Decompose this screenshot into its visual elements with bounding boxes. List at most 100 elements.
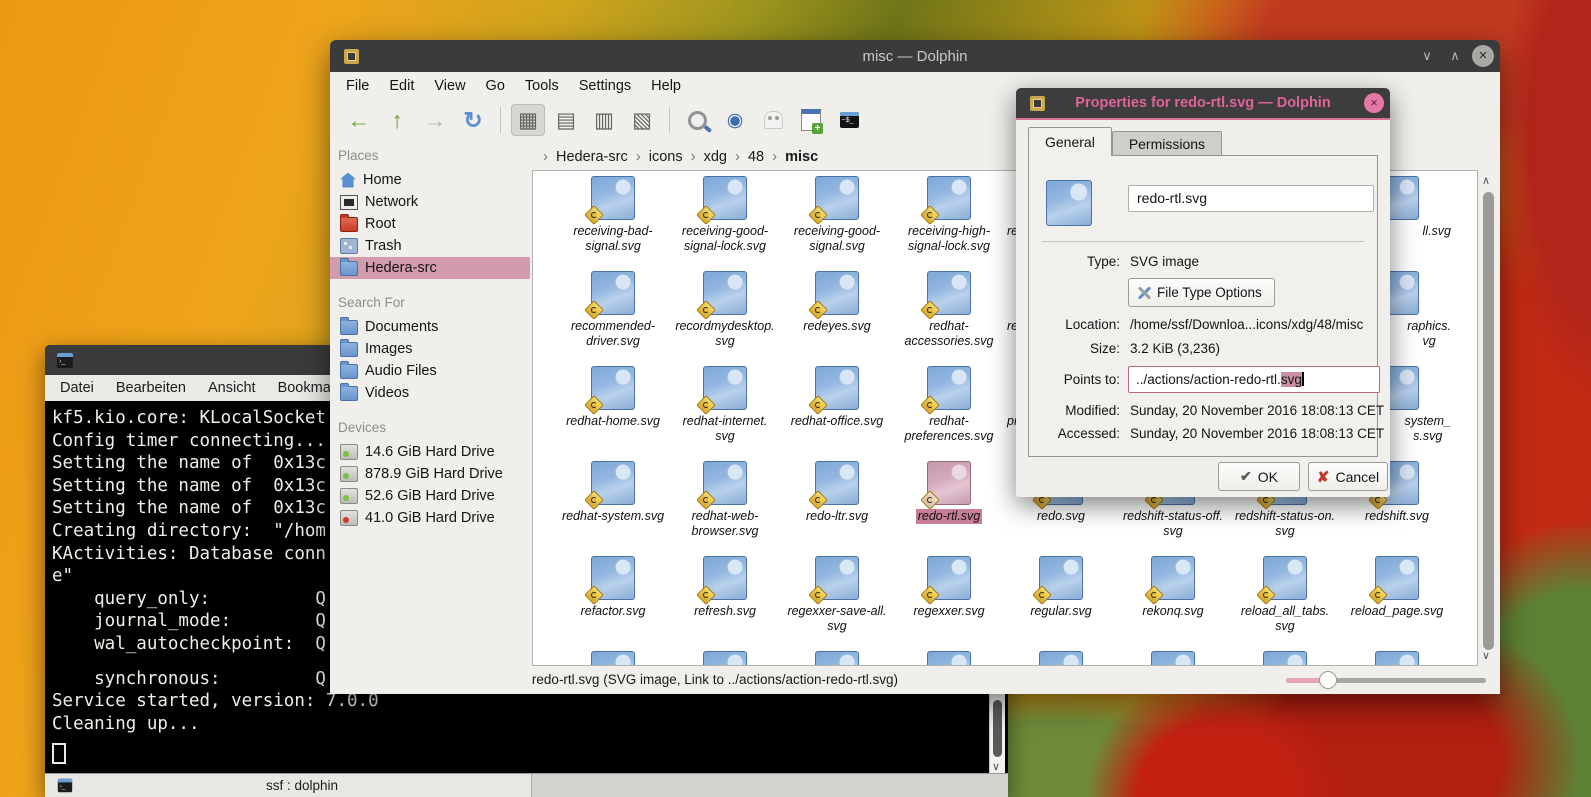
close-button[interactable]: × bbox=[1472, 45, 1494, 67]
search-for-item[interactable]: Documents bbox=[330, 316, 530, 338]
back-arrow-icon: ← bbox=[348, 109, 371, 132]
filename-field[interactable]: redo-rtl.svg bbox=[1128, 185, 1374, 212]
file-item[interactable]: reload_all_tabs. svg bbox=[1229, 553, 1341, 648]
konsole-tab[interactable]: ssf : dolphin bbox=[45, 774, 532, 797]
file-item[interactable]: receiving-bad- signal.svg bbox=[557, 173, 669, 268]
breadcrumb-item[interactable]: misc bbox=[785, 149, 818, 165]
device-item[interactable]: 52.6 GiB Hard Drive bbox=[330, 485, 530, 507]
search-for-item[interactable]: Videos bbox=[330, 382, 530, 404]
file-item[interactable]: redhat-web- browser.svg bbox=[669, 458, 781, 553]
file-item[interactable]: redhat-internet. svg bbox=[669, 363, 781, 458]
file-item[interactable]: receiving-good- signal-lock.svg bbox=[669, 173, 781, 268]
image-thumbnail-icon bbox=[1039, 651, 1083, 666]
file-item[interactable] bbox=[1117, 648, 1229, 666]
file-item[interactable]: redo-ltr.svg bbox=[781, 458, 893, 553]
device-item[interactable]: 878.9 GiB Hard Drive bbox=[330, 463, 530, 485]
file-item[interactable]: rekonq.svg bbox=[1117, 553, 1229, 648]
compact-view-button[interactable]: ▤ bbox=[549, 104, 583, 136]
cancel-button[interactable]: ✘ Cancel bbox=[1308, 462, 1388, 491]
file-item[interactable] bbox=[1005, 648, 1117, 666]
open-terminal-button[interactable] bbox=[832, 104, 866, 136]
file-label: redo-ltr.svg bbox=[804, 509, 870, 524]
place-item[interactable]: Trash bbox=[330, 235, 530, 257]
file-item[interactable]: redhat-system.svg bbox=[557, 458, 669, 553]
file-item[interactable] bbox=[1341, 648, 1453, 666]
file-view-scrollbar-thumb[interactable] bbox=[1483, 192, 1494, 650]
scroll-up-icon[interactable]: ∧ bbox=[1482, 174, 1490, 187]
place-item[interactable]: Network bbox=[330, 191, 530, 213]
search-for-item[interactable]: Audio Files bbox=[330, 360, 530, 382]
file-item[interactable]: refresh.svg bbox=[669, 553, 781, 648]
file-item[interactable]: redhat- accessories.svg bbox=[893, 268, 1005, 363]
dolphin-menu-item[interactable]: File bbox=[336, 78, 379, 94]
search-button[interactable] bbox=[680, 104, 714, 136]
file-label: recommended- driver.svg bbox=[569, 319, 657, 349]
dolphin-menu-item[interactable]: Tools bbox=[515, 78, 569, 94]
preview-panel-button[interactable]: ▧ bbox=[625, 104, 659, 136]
file-item[interactable]: redhat-office.svg bbox=[781, 363, 893, 458]
ok-button[interactable]: ✔ OK bbox=[1218, 462, 1300, 491]
place-item[interactable]: Home bbox=[330, 169, 530, 191]
file-item[interactable]: regular.svg bbox=[1005, 553, 1117, 648]
dolphin-menu-item[interactable]: Settings bbox=[569, 78, 641, 94]
device-item[interactable]: 41.0 GiB Hard Drive bbox=[330, 507, 530, 529]
file-item[interactable] bbox=[893, 648, 1005, 666]
file-view-scrollbar[interactable]: ∧ ∨ bbox=[1480, 172, 1496, 664]
maximize-button[interactable]: ∧ bbox=[1444, 45, 1466, 67]
dolphin-titlebar[interactable]: misc — Dolphin ∨ ∧ × bbox=[330, 40, 1500, 72]
scroll-down-icon[interactable]: ∨ bbox=[992, 760, 1000, 773]
file-item[interactable]: regexxer.svg bbox=[893, 553, 1005, 648]
up-button[interactable]: ↑ bbox=[380, 104, 414, 136]
file-item[interactable]: recommended- driver.svg bbox=[557, 268, 669, 363]
breadcrumb-item[interactable]: 48 bbox=[748, 149, 764, 165]
zoom-slider-handle[interactable] bbox=[1319, 671, 1337, 689]
file-item[interactable] bbox=[557, 648, 669, 666]
split-view-button[interactable] bbox=[794, 104, 828, 136]
eye-icon: ◉ bbox=[727, 109, 744, 132]
search-for-item[interactable]: Images bbox=[330, 338, 530, 360]
konsole-menu-item[interactable]: Datei bbox=[60, 380, 94, 396]
file-item[interactable]: receiving-good- signal.svg bbox=[781, 173, 893, 268]
scroll-down-icon[interactable]: ∨ bbox=[1482, 649, 1490, 662]
dialog-close-button[interactable]: × bbox=[1364, 93, 1384, 113]
points-to-field[interactable]: ../actions/action-redo-rtl.svg bbox=[1128, 366, 1380, 393]
file-item[interactable]: regexxer-save-all. svg bbox=[781, 553, 893, 648]
place-item[interactable]: Hedera-src bbox=[330, 257, 530, 279]
zoom-slider[interactable] bbox=[1286, 676, 1486, 684]
file-item[interactable] bbox=[1229, 648, 1341, 666]
file-item[interactable] bbox=[781, 648, 893, 666]
dialog-tab[interactable]: General bbox=[1028, 127, 1112, 156]
device-item[interactable]: 14.6 GiB Hard Drive bbox=[330, 441, 530, 463]
details-view-button[interactable]: ▥ bbox=[587, 104, 621, 136]
dialog-tab[interactable]: Permissions bbox=[1112, 131, 1222, 156]
breadcrumb-item[interactable]: icons bbox=[649, 149, 683, 165]
dialog-titlebar[interactable]: Properties for redo-rtl.svg — Dolphin × bbox=[1016, 88, 1390, 120]
file-item[interactable]: recordmydesktop. svg bbox=[669, 268, 781, 363]
dolphin-menu-item[interactable]: Go bbox=[476, 78, 515, 94]
file-item[interactable] bbox=[669, 648, 781, 666]
breadcrumb-item[interactable]: xdg bbox=[704, 149, 727, 165]
preview-button[interactable]: ◉ bbox=[718, 104, 752, 136]
file-item[interactable]: redhat-home.svg bbox=[557, 363, 669, 458]
konsole-menu-item[interactable]: Bearbeiten bbox=[116, 380, 186, 396]
terminal-scrollbar-thumb[interactable] bbox=[993, 700, 1002, 757]
back-button[interactable]: ← bbox=[342, 104, 376, 136]
file-item[interactable]: redhat- preferences.svg bbox=[893, 363, 1005, 458]
konsole-menu-item[interactable]: Ansicht bbox=[208, 380, 256, 396]
file-item[interactable]: redo-rtl.svg bbox=[893, 458, 1005, 553]
forward-button[interactable]: → bbox=[418, 104, 452, 136]
file-item[interactable]: receiving-high- signal-lock.svg bbox=[893, 173, 1005, 268]
dolphin-menu-item[interactable]: Help bbox=[641, 78, 691, 94]
hidden-files-button[interactable] bbox=[756, 104, 790, 136]
dolphin-menu-item[interactable]: Edit bbox=[379, 78, 424, 94]
breadcrumb-item[interactable]: Hedera-src bbox=[556, 149, 628, 165]
file-item[interactable]: reload_page.svg bbox=[1341, 553, 1453, 648]
place-item[interactable]: Root bbox=[330, 213, 530, 235]
file-item[interactable]: redeyes.svg bbox=[781, 268, 893, 363]
refresh-button[interactable]: ↻ bbox=[456, 104, 490, 136]
dolphin-menu-item[interactable]: View bbox=[424, 78, 475, 94]
icons-view-button[interactable]: ▦ bbox=[511, 104, 545, 136]
file-item[interactable]: refactor.svg bbox=[557, 553, 669, 648]
minimize-button[interactable]: ∨ bbox=[1416, 45, 1438, 67]
file-type-options-button[interactable]: File Type Options bbox=[1128, 278, 1275, 307]
